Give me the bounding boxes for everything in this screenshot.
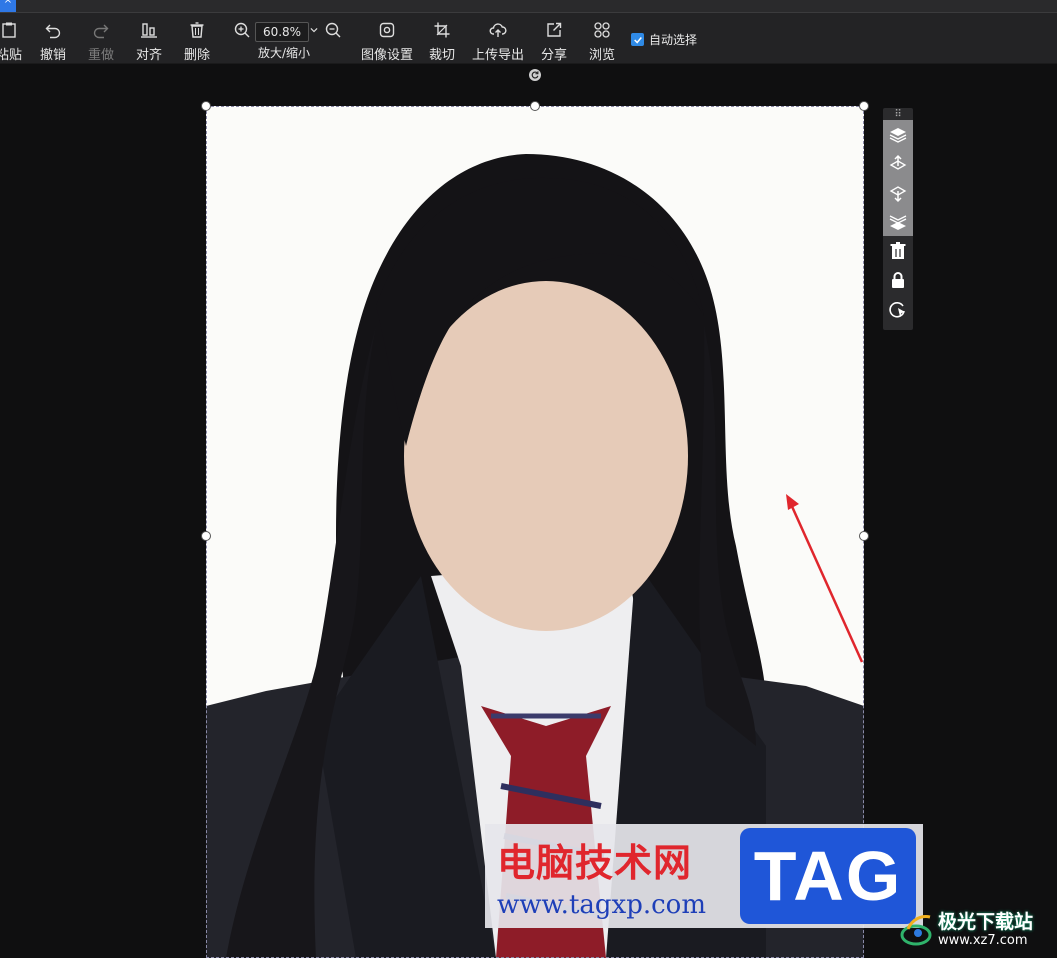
move-up-button[interactable] <box>883 149 913 178</box>
move-down-icon <box>889 185 907 202</box>
crop-button[interactable]: 裁切 <box>425 13 459 63</box>
auto-select-label: 自动选择 <box>649 33 698 47</box>
delete-button[interactable]: 删除 <box>180 13 214 63</box>
move-up-icon <box>889 154 907 170</box>
annotation-arrow <box>786 494 864 663</box>
resize-handle-top-right[interactable] <box>859 101 869 111</box>
browse-icon <box>588 19 616 41</box>
resize-handle-top-left[interactable] <box>201 101 211 111</box>
paste-button[interactable]: 粘贴 <box>0 13 26 63</box>
watermark-url: www.tagxp.com <box>497 890 706 920</box>
paste-icon <box>0 19 23 41</box>
undo-icon <box>39 19 67 41</box>
bring-to-front-button[interactable] <box>883 120 913 149</box>
corner-watermark-url: www.xz7.com <box>938 933 1028 948</box>
rotate-handle[interactable] <box>529 69 541 81</box>
zoom-label: 放大/缩小 <box>258 46 311 60</box>
layer-float-panel: ⠿ <box>883 108 913 330</box>
aurora-logo-icon <box>900 915 932 946</box>
layer-top-icon <box>889 127 907 143</box>
corner-watermark: 极光下载站 www.xz7.com <box>898 905 1050 953</box>
drag-grip-icon[interactable]: ⠿ <box>883 108 913 120</box>
chevron-down-icon <box>307 19 321 41</box>
upload-cloud-icon <box>484 19 512 41</box>
zoom-input[interactable]: 60.8% <box>255 22 309 42</box>
watermark-tag-logo: TAG <box>740 828 916 924</box>
zoom-in-button[interactable] <box>232 13 252 63</box>
browse-button[interactable]: 浏览 <box>585 13 619 63</box>
trash-icon <box>183 19 211 41</box>
watermark-cn-text: 电脑技术网 <box>497 840 693 885</box>
collapse-tab[interactable]: ^ <box>0 0 16 12</box>
upload-export-button[interactable]: 上传导出 <box>469 13 527 63</box>
lock-button[interactable] <box>883 265 913 294</box>
align-icon <box>135 19 163 41</box>
resize-handle-top[interactable] <box>530 101 540 111</box>
resize-handle-left[interactable] <box>201 531 211 541</box>
site-watermark: 电脑技术网 www.tagxp.com TAG <box>485 824 923 928</box>
reset-icon <box>889 301 905 318</box>
window-top-strip: ^ <box>0 0 1057 13</box>
undo-button[interactable]: 撤销 <box>36 13 70 63</box>
zoom-out-icon <box>323 19 343 41</box>
auto-select-checkbox[interactable] <box>631 33 644 46</box>
move-down-button[interactable] <box>883 178 913 207</box>
share-icon <box>540 19 568 41</box>
corner-watermark-cn: 极光下载站 <box>938 911 1034 933</box>
rotate-icon <box>531 71 539 79</box>
crop-icon <box>428 19 456 41</box>
reset-selection-button[interactable] <box>883 294 913 323</box>
image-settings-button[interactable]: 图像设置 <box>357 13 417 63</box>
lock-icon <box>892 271 904 288</box>
align-button[interactable]: 对齐 <box>132 13 166 63</box>
send-to-back-button[interactable] <box>883 207 913 236</box>
auto-select-toggle[interactable]: 自动选择 <box>631 31 697 48</box>
layer-bottom-icon <box>889 214 907 230</box>
trash-icon <box>890 241 906 259</box>
zoom-out-button[interactable] <box>323 13 343 63</box>
toolbar: 粘贴 撤销 重做 对齐 删除 60.8% 放大/缩小 图像设置 裁切 上传导出 … <box>0 13 1057 64</box>
redo-icon <box>87 19 115 41</box>
delete-layer-button[interactable] <box>883 236 913 265</box>
zoom-in-icon <box>232 19 252 41</box>
image-settings-icon <box>373 19 401 41</box>
check-icon <box>633 36 642 44</box>
share-button[interactable]: 分享 <box>537 13 571 63</box>
redo-button[interactable]: 重做 <box>84 13 118 63</box>
